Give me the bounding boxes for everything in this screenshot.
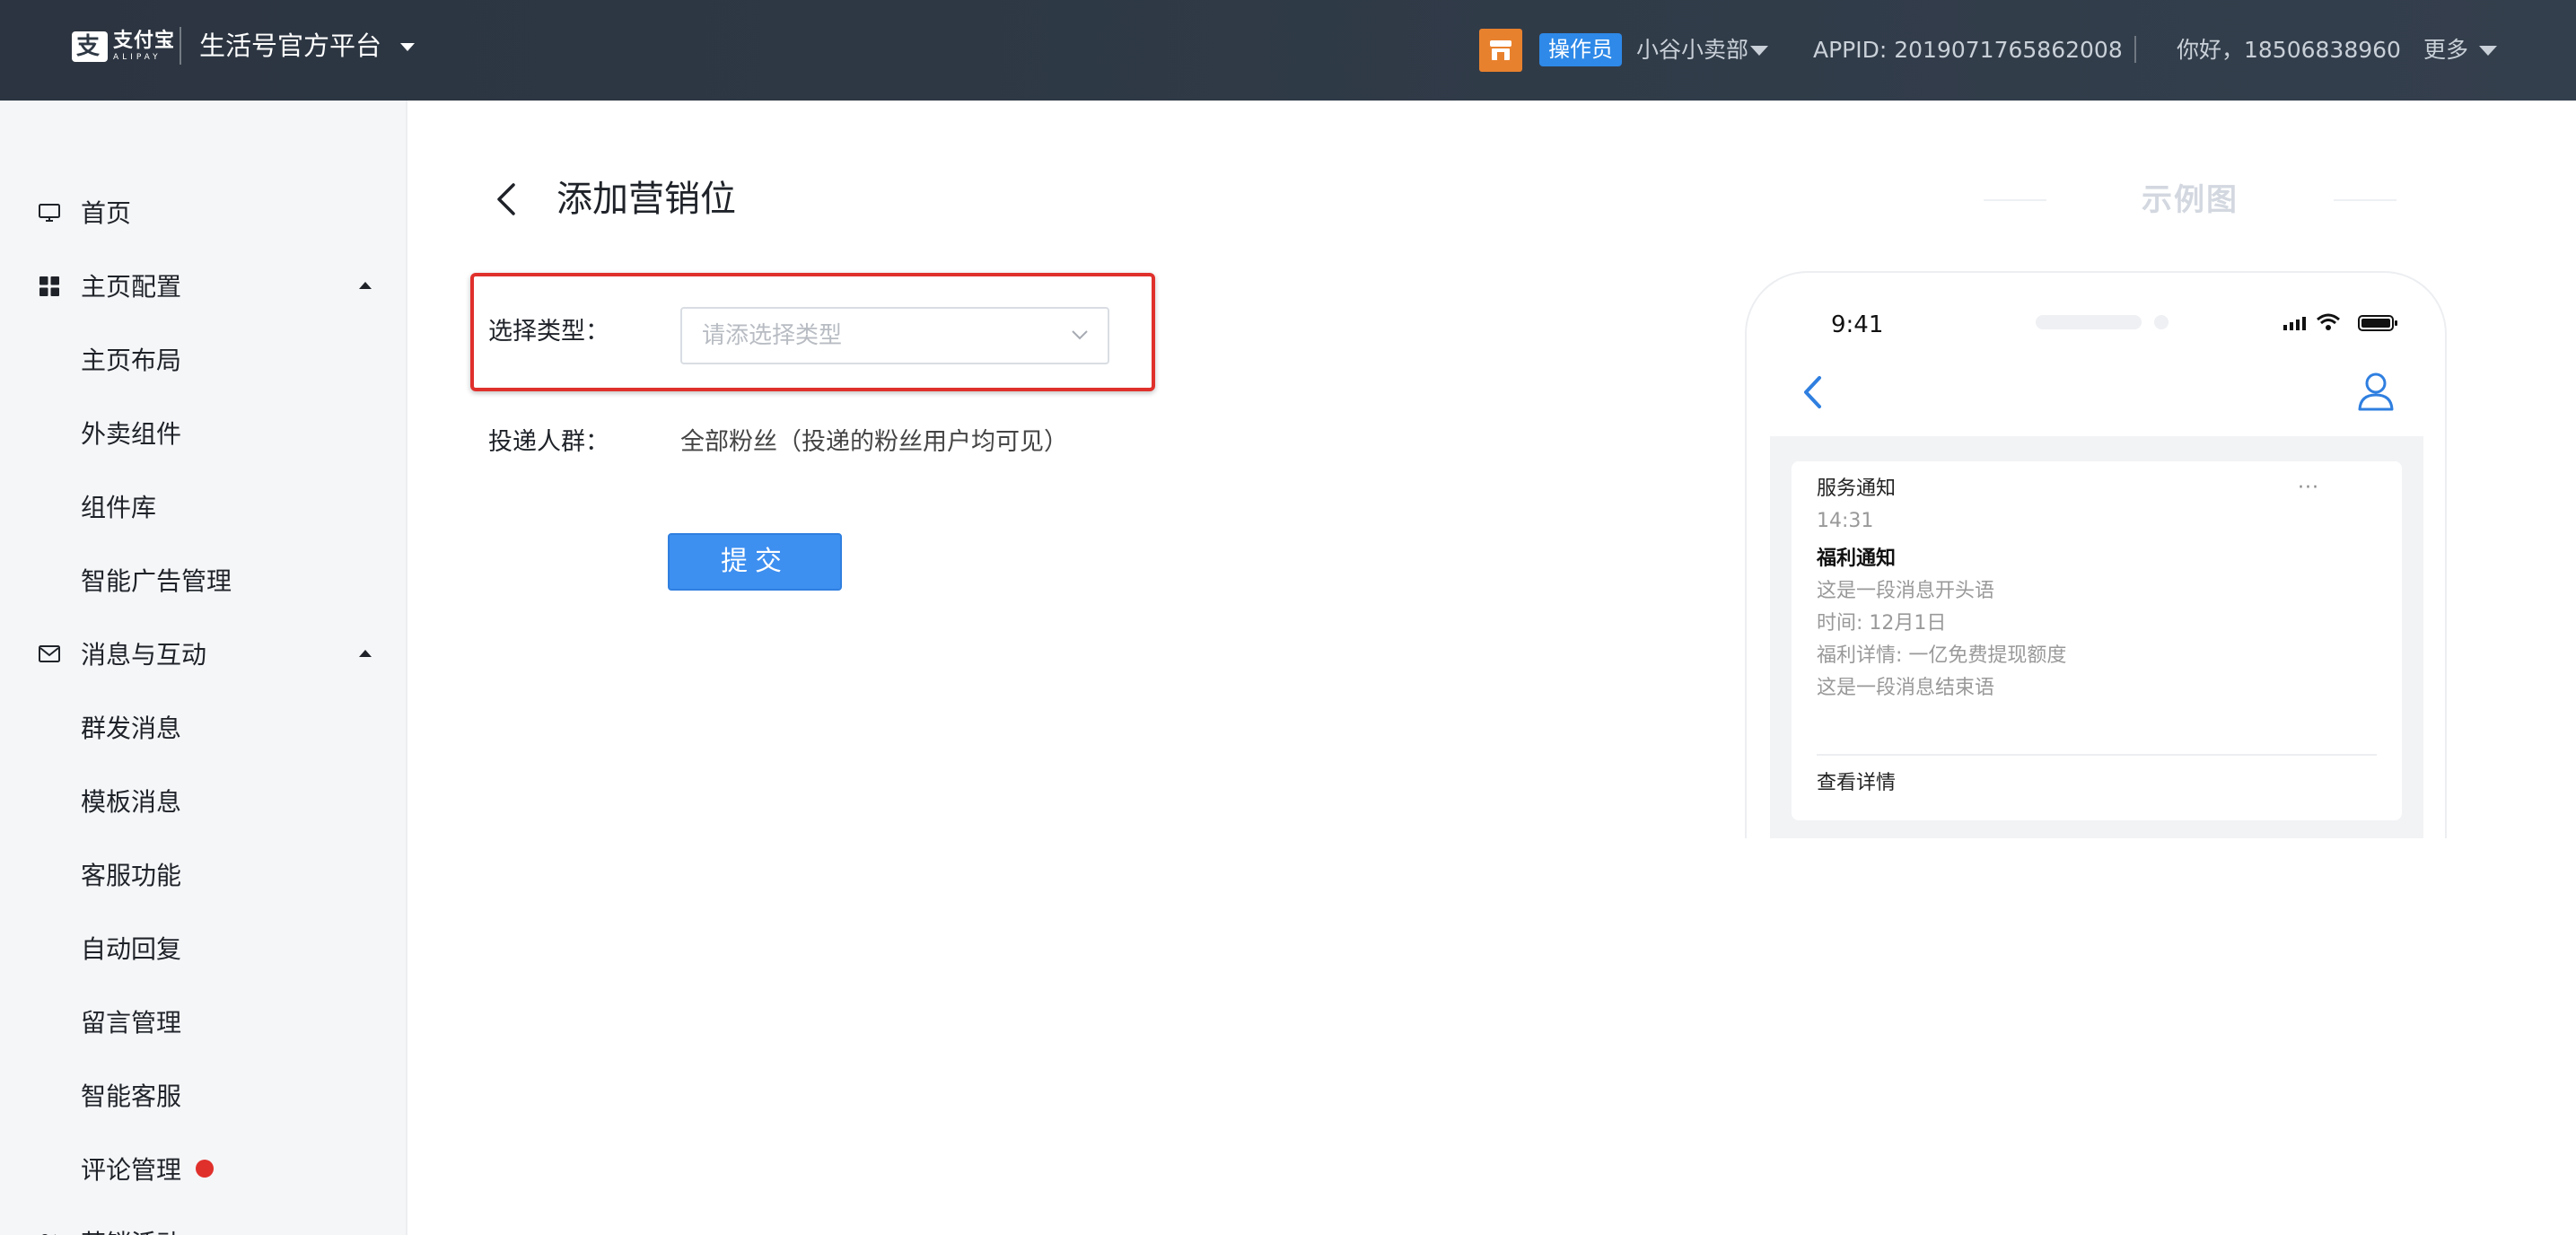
type-select-placeholder: 请添选择类型	[702, 322, 843, 349]
message-time: 14:31	[1817, 510, 1874, 532]
sidebar-item-template-message[interactable]: 模板消息	[0, 774, 406, 828]
phone-speaker	[2036, 315, 2142, 329]
sidebar-item-home-layout[interactable]: 主页布局	[0, 332, 406, 386]
sidebar-item-broadcast[interactable]: 群发消息	[0, 700, 406, 754]
sidebar-item-label: 组件库	[81, 493, 157, 522]
sidebar-item-comment-management[interactable]: 评论管理	[0, 1142, 406, 1196]
status-icons	[2283, 313, 2397, 331]
type-select[interactable]: 请添选择类型	[680, 307, 1109, 364]
sidebar-group-messages[interactable]: 消息与互动	[0, 626, 406, 680]
appid-label: APPID: 2019071765862008	[1813, 37, 2123, 63]
logo-text-cn: 支付宝	[113, 30, 176, 52]
role-badge: 操作员	[1539, 33, 1622, 66]
example-title: 示例图	[1984, 178, 2396, 223]
sidebar-item-label: 智能广告管理	[81, 566, 232, 596]
sidebar-item-label: 自动回复	[81, 934, 182, 964]
sidebar-item-label: 营销活动	[81, 1224, 181, 1235]
chevron-up-icon[interactable]	[359, 650, 372, 657]
message-card: 服务通知 ··· 14:31 福利通知 这是一段消息开头语 时间: 12月1日 …	[1792, 461, 2402, 820]
notification-dot	[196, 1160, 214, 1178]
sidebar: 首页 主页配置 主页布局 外卖组件 组件库 智能广告管理 消息与互动 群发消息 …	[0, 101, 407, 1235]
grid-icon	[39, 276, 59, 296]
chevron-down-icon	[1072, 330, 1088, 340]
message-line: 福利详情: 一亿免费提现额度	[1817, 644, 2067, 667]
more-icon: ···	[2298, 477, 2319, 499]
message-line: 这是一段消息开头语	[1817, 580, 1995, 602]
sidebar-item-component-library[interactable]: 组件库	[0, 479, 406, 533]
platform-chevron-down-icon[interactable]	[400, 43, 415, 51]
user-icon	[2358, 372, 2394, 411]
monitor-icon	[39, 204, 60, 222]
chevron-up-icon[interactable]	[359, 282, 372, 289]
sidebar-item-label: 模板消息	[81, 787, 182, 817]
more-menu[interactable]: 更多	[2423, 33, 2468, 66]
sidebar-item-label: 智能客服	[81, 1082, 182, 1111]
title-line-right	[2334, 199, 2396, 201]
sidebar-item-label: 首页	[81, 198, 132, 228]
type-label: 选择类型：	[488, 318, 609, 346]
sidebar-item-label: 群发消息	[81, 714, 182, 743]
message-divider	[1817, 754, 2377, 756]
audience-label: 投递人群：	[488, 428, 609, 456]
shop-chevron-down-icon[interactable]	[1750, 46, 1768, 56]
shop-name[interactable]: 小谷小卖部	[1636, 33, 1748, 66]
message-heading: 福利通知	[1817, 547, 1897, 570]
phone-camera	[2154, 315, 2169, 329]
submit-button[interactable]: 提交	[668, 533, 842, 591]
phone-mockup: 9:41 服务通知 ··· 14:31 福利通知 这是一段消息开头语 时间: 1…	[1745, 271, 2447, 838]
platform-name[interactable]: 生活号官方平台	[199, 27, 381, 65]
page-title: 添加营销位	[556, 179, 736, 220]
sidebar-item-label: 客服功能	[81, 861, 182, 890]
sidebar-item-label: 消息与互动	[81, 640, 207, 670]
alipay-logo-mark	[72, 31, 108, 62]
sidebar-item-auto-reply[interactable]: 自动回复	[0, 921, 406, 975]
sidebar-item-home[interactable]: 首页	[0, 185, 406, 239]
sidebar-item-label: 主页布局	[81, 346, 182, 375]
message-sender: 服务通知	[1817, 477, 1897, 500]
phone-content: 服务通知 ··· 14:31 福利通知 这是一段消息开头语 时间: 12月1日 …	[1770, 436, 2423, 838]
marketing-icon	[42, 1234, 56, 1235]
message-line: 这是一段消息结束语	[1817, 677, 1995, 699]
user-greeting[interactable]: 你好，18506838960	[2177, 33, 2401, 66]
sidebar-item-smart-ads[interactable]: 智能广告管理	[0, 553, 406, 607]
sidebar-item-comment-board[interactable]: 留言管理	[0, 994, 406, 1048]
more-chevron-down-icon[interactable]	[2479, 46, 2497, 56]
alipay-logo[interactable]: 支付宝 ALIPAY	[72, 29, 175, 65]
message-line: 时间: 12月1日	[1817, 612, 1947, 635]
logo-divider	[180, 27, 181, 65]
top-bar: 支付宝 ALIPAY 生活号官方平台 操作员 小谷小卖部 APPID: 2019…	[0, 0, 2576, 101]
sidebar-item-label: 留言管理	[81, 1008, 182, 1038]
phone-back-icon	[1804, 376, 1821, 408]
sidebar-item-customer-service[interactable]: 客服功能	[0, 847, 406, 901]
sidebar-item-label: 主页配置	[81, 272, 182, 302]
mail-icon	[39, 645, 60, 662]
logo-text-en: ALIPAY	[113, 53, 162, 62]
sidebar-item-smart-service[interactable]: 智能客服	[0, 1068, 406, 1122]
phone-time: 9:41	[1831, 311, 1884, 338]
audience-value: 全部粉丝（投递的粉丝用户均可见）	[680, 428, 1068, 456]
sidebar-group-home-config[interactable]: 主页配置	[0, 258, 406, 312]
sidebar-item-takeaway-component[interactable]: 外卖组件	[0, 406, 406, 460]
sidebar-item-label: 评论管理	[81, 1155, 182, 1185]
store-icon	[1479, 29, 1522, 72]
sidebar-item-label: 外卖组件	[81, 419, 182, 449]
back-arrow-icon[interactable]	[492, 180, 519, 219]
header-separator	[2134, 36, 2136, 63]
view-details-link: 查看详情	[1817, 772, 1897, 794]
sidebar-group-marketing[interactable]: 营销活动	[0, 1215, 406, 1235]
